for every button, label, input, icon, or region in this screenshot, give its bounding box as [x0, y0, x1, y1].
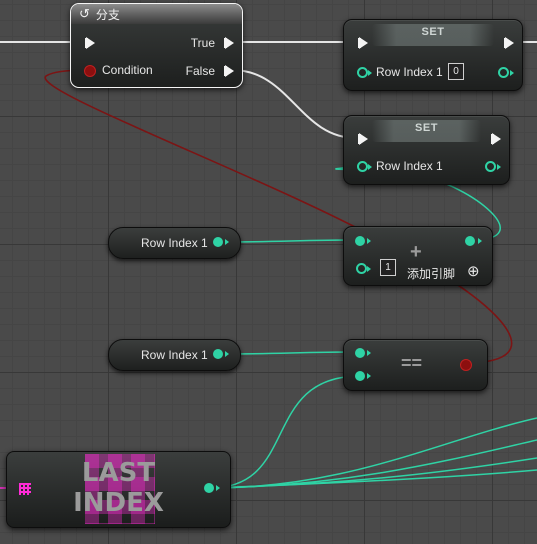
add-output-pin[interactable] — [465, 236, 475, 246]
last-index-line-2: INDEX — [73, 488, 164, 518]
equal-input-b-pin[interactable] — [355, 371, 365, 381]
last-index-line-1: LAST — [81, 458, 156, 488]
condition-pin[interactable] — [84, 65, 96, 77]
exec-false-pin[interactable] — [224, 65, 234, 77]
set-2-exec-in-pin[interactable] — [358, 133, 368, 145]
branch-node-header[interactable]: ↺ 分支 — [71, 4, 242, 24]
set-1-literal-input[interactable]: 0 — [448, 63, 464, 80]
set-2-value-pin[interactable] — [357, 161, 368, 172]
add-pin-icon[interactable]: ⊕ — [467, 262, 480, 280]
equal-input-a-pin[interactable] — [355, 348, 365, 358]
getter-1-label: Row Index 1 — [141, 236, 208, 250]
add-input-b-pin[interactable] — [356, 263, 367, 274]
set-node-1-title: SET — [421, 26, 445, 38]
add-pin-button-label[interactable]: 添加引脚 — [407, 265, 455, 282]
branch-icon: ↺ — [79, 6, 90, 21]
add-input-a-arrow-icon — [367, 238, 371, 244]
equal-output-pin[interactable] — [460, 359, 472, 371]
set-2-output-pin[interactable] — [485, 161, 496, 172]
last-index-node[interactable]: LAST INDEX — [6, 451, 231, 528]
int-wire-last-out-1 — [209, 417, 537, 489]
int-wire-last-out-2 — [209, 439, 537, 489]
last-index-output-pin[interactable] — [204, 483, 214, 493]
branch-node[interactable]: ↺ 分支 True Condition False — [70, 3, 243, 88]
add-op-symbol: + — [410, 241, 422, 263]
add-input-a-pin[interactable] — [355, 236, 365, 246]
set-2-exec-out-pin[interactable] — [491, 133, 501, 145]
bool-wire-condition — [44, 69, 513, 364]
equal-input-b-arrow-icon — [367, 373, 371, 379]
getter-2-label: Row Index 1 — [141, 348, 208, 362]
set-2-value-arrow-icon — [368, 164, 372, 170]
set-node-1[interactable]: SET Row Index 1 0 — [343, 19, 523, 91]
set-1-exec-in-pin[interactable] — [358, 37, 368, 49]
exec-wire-false — [231, 69, 357, 139]
equal-node[interactable]: == — [343, 339, 488, 391]
set-node-2-title: SET — [415, 122, 438, 134]
set-1-value-pin[interactable] — [357, 67, 368, 78]
int-wire-last-out-4 — [209, 469, 537, 489]
set-1-value-arrow-icon — [368, 70, 372, 76]
last-index-output-arrow-icon — [216, 485, 220, 491]
set-1-output-arrow-icon — [510, 70, 514, 76]
exec-input-pin[interactable] — [85, 37, 95, 49]
set-2-var-label: Row Index 1 — [376, 159, 443, 173]
set-2-output-arrow-icon — [497, 164, 501, 170]
exec-true-pin[interactable] — [224, 37, 234, 49]
condition-label: Condition — [102, 63, 153, 77]
getter-1-output-pin[interactable] — [213, 237, 223, 247]
getter-2-arrow-icon — [225, 351, 229, 357]
getter-2-output-pin[interactable] — [213, 349, 223, 359]
set-1-exec-out-pin[interactable] — [504, 37, 514, 49]
add-literal-input[interactable]: 1 — [380, 259, 396, 276]
int-wire-last-eq — [209, 375, 361, 489]
row-index-getter-2[interactable]: Row Index 1 — [108, 339, 241, 371]
false-label: False — [185, 64, 215, 78]
getter-1-arrow-icon — [225, 239, 229, 245]
set-node-2[interactable]: SET Row Index 1 — [343, 115, 510, 185]
row-index-getter-1[interactable]: Row Index 1 — [108, 227, 241, 259]
add-output-arrow-icon — [478, 238, 482, 244]
add-node[interactable]: + 1 添加引脚 ⊕ — [343, 226, 493, 286]
equal-input-a-arrow-icon — [367, 350, 371, 356]
true-label: True — [190, 36, 215, 50]
set-1-output-pin[interactable] — [498, 67, 509, 78]
branch-title: 分支 — [95, 7, 120, 22]
add-input-b-arrow-icon — [367, 266, 371, 272]
equal-op-symbol: == — [401, 353, 423, 373]
last-index-array-input-pin[interactable] — [19, 483, 31, 495]
int-wire-last-out-3 — [209, 457, 537, 489]
set-1-var-label: Row Index 1 — [376, 65, 443, 79]
